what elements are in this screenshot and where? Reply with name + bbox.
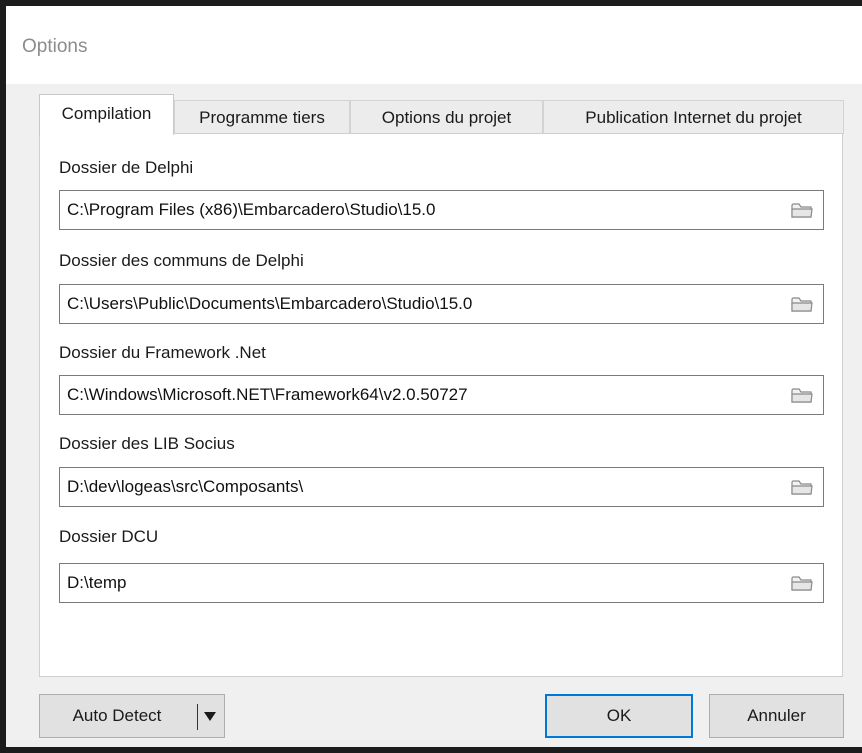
- framework-folder-value: C:\Windows\Microsoft.NET\Framework64\v2.…: [67, 385, 468, 404]
- framework-folder-label: Dossier du Framework .Net: [59, 343, 266, 362]
- lib-socius-folder-value: D:\dev\logeas\src\Composants\: [67, 477, 304, 496]
- compilation-panel: Dossier de Delphi C:\Program Files (x86)…: [39, 133, 843, 677]
- delphi-folder-field[interactable]: C:\Program Files (x86)\Embarcadero\Studi…: [59, 190, 824, 230]
- auto-detect-label: Auto Detect: [72, 706, 162, 725]
- delphi-folder-label: Dossier de Delphi: [59, 158, 194, 177]
- dcu-folder-field[interactable]: D:\temp: [59, 563, 824, 603]
- ok-button[interactable]: OK: [545, 694, 693, 738]
- tab-options-du-projet[interactable]: Options du projet: [350, 100, 543, 134]
- lib-socius-folder-label: Dossier des LIB Socius: [59, 434, 235, 453]
- tab-programme-tiers[interactable]: Programme tiers: [174, 100, 350, 134]
- tab-publication-internet[interactable]: Publication Internet du projet: [543, 100, 844, 134]
- delphi-common-folder-label: Dossier des communs de Delphi: [59, 251, 304, 270]
- window-title: Options: [22, 36, 88, 57]
- options-dialog: Options Compilation Programme tiers Opti…: [0, 0, 862, 753]
- folder-icon[interactable]: [791, 295, 813, 313]
- chevron-down-icon[interactable]: [204, 712, 216, 721]
- split-divider: [197, 704, 198, 730]
- dcu-folder-label: Dossier DCU: [59, 527, 159, 546]
- title-bar[interactable]: Options: [6, 6, 862, 84]
- cancel-button[interactable]: Annuler: [709, 694, 844, 738]
- delphi-folder-value: C:\Program Files (x86)\Embarcadero\Studi…: [67, 200, 436, 219]
- framework-folder-field[interactable]: C:\Windows\Microsoft.NET\Framework64\v2.…: [59, 375, 824, 415]
- folder-icon[interactable]: [791, 201, 813, 219]
- delphi-common-folder-field[interactable]: C:\Users\Public\Documents\Embarcadero\St…: [59, 284, 824, 324]
- auto-detect-button[interactable]: Auto Detect: [39, 694, 225, 738]
- folder-icon[interactable]: [791, 386, 813, 404]
- tab-compilation[interactable]: Compilation: [39, 94, 174, 135]
- dcu-folder-value: D:\temp: [67, 573, 127, 592]
- folder-icon[interactable]: [791, 574, 813, 592]
- lib-socius-folder-field[interactable]: D:\dev\logeas\src\Composants\: [59, 467, 824, 507]
- delphi-common-folder-value: C:\Users\Public\Documents\Embarcadero\St…: [67, 294, 473, 313]
- folder-icon[interactable]: [791, 478, 813, 496]
